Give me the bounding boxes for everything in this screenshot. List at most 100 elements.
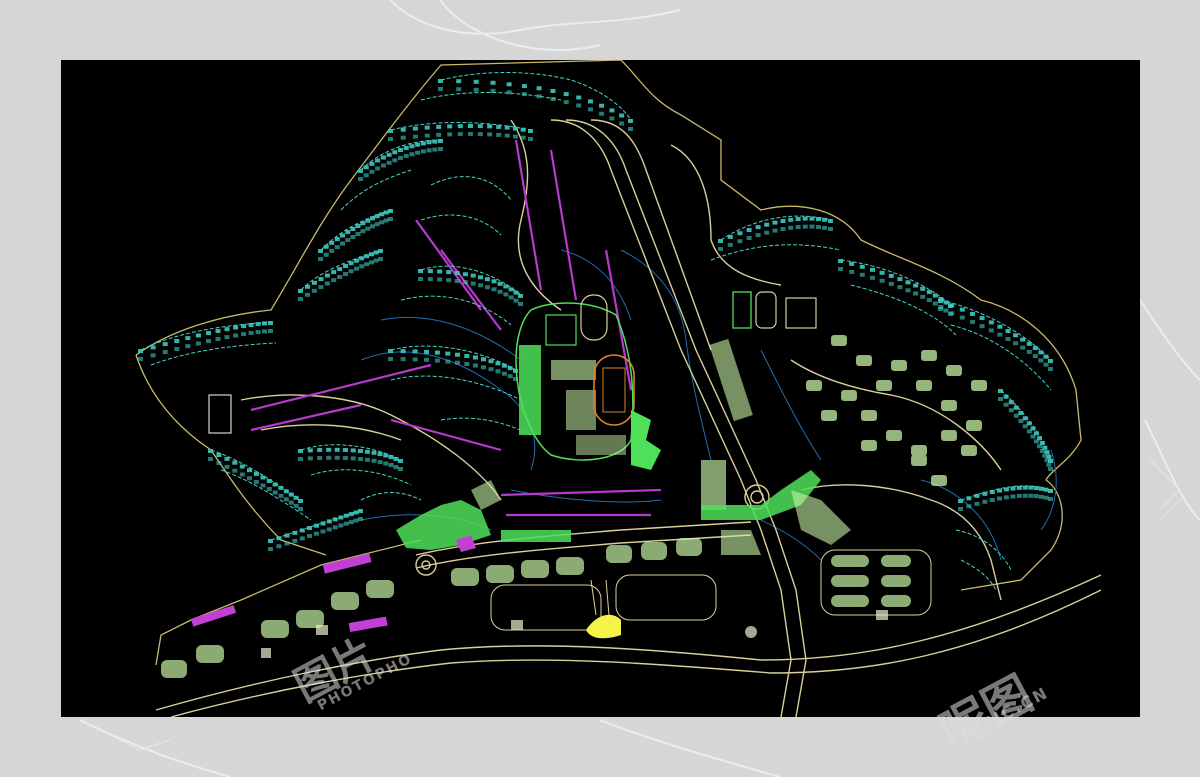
villa-unit [320,521,326,526]
villa-unit [268,539,273,543]
villa-unit [400,349,406,354]
villa-unit [488,367,494,372]
villa-unit [576,95,582,100]
villa-unit [966,504,972,509]
villa-unit [326,527,332,532]
villa-unit [464,362,470,366]
villa-unit [998,397,1003,401]
villa-unit [386,152,392,157]
villa-unit [462,272,468,277]
villa-unit [373,250,379,255]
villa-unit [293,503,299,508]
villa-unit [497,281,503,286]
villa-unit [447,124,453,129]
villa-unit [369,161,375,166]
villa-unit [334,447,340,452]
villa-unit [462,280,468,285]
residential-pod [911,445,927,456]
villa-unit [364,262,370,267]
villa-unit [520,127,526,132]
villa-unit [1026,341,1032,346]
villa-unit [378,249,383,253]
villa-unit [472,355,478,360]
villa-unit [318,249,323,253]
villa-unit [1043,495,1049,500]
residential-pod [921,350,937,361]
villa-unit [628,127,633,131]
residential-pod [916,380,932,391]
residential-pod [841,390,857,401]
villa-unit [913,283,919,288]
villa-unit [342,456,348,460]
villa-unit [888,273,894,278]
villa-unit [521,92,527,97]
villa-unit [283,489,289,494]
villa-unit [1013,333,1019,338]
villa-unit [828,227,833,231]
villa-unit [365,218,371,223]
villa-unit [383,453,389,458]
villa-unit [174,339,180,343]
residential-pod [806,380,822,391]
villa-unit [364,254,370,259]
villa-unit [340,241,345,246]
villa-unit [446,278,452,283]
villa-unit [588,107,593,112]
villa-unit [1048,359,1053,363]
villa-unit [388,357,393,361]
villa-unit [1028,485,1034,490]
villa-unit [338,523,344,528]
villa-unit [398,156,403,160]
villa-unit [795,217,801,221]
villa-unit [370,216,375,221]
villa-unit [248,331,254,335]
villa-unit [383,461,389,466]
villa-unit [780,219,786,223]
villa-unit [354,258,359,263]
villa-unit [284,533,290,538]
villa-unit [473,79,479,84]
residential-pod [856,355,872,366]
villa-unit [507,366,513,371]
villa-unit [491,279,497,284]
villa-unit [488,359,494,364]
villa-unit [468,124,473,128]
villa-unit [809,224,815,229]
villa-unit [224,327,230,332]
villa-unit [388,463,394,468]
villa-unit [487,132,493,137]
villa-unit [329,248,335,253]
villa-unit [897,277,903,282]
villa-unit [359,256,365,261]
villa-unit [224,456,230,461]
villa-unit [332,517,338,522]
villa-unit [932,293,938,298]
villa-unit [208,457,213,461]
villa-unit [383,218,389,223]
villa-unit [268,329,273,333]
villa-unit [233,325,239,330]
villa-unit [619,121,625,126]
villa-unit [432,147,438,152]
villa-unit [528,137,533,141]
villa-unit [307,456,313,461]
villa-unit [550,89,556,93]
villa-unit [292,538,298,543]
villa-unit [255,322,261,327]
villa-unit [1048,459,1053,463]
villa-unit [1020,337,1026,342]
villa-unit [490,88,496,93]
housing-block [676,538,702,556]
site-plan-drawing [135,60,1102,717]
villa-unit [1032,354,1038,359]
residential-pod [931,475,947,486]
residential-pod [941,430,957,441]
villa-unit [311,280,317,285]
villa-unit [241,332,247,337]
villa-unit [1013,341,1019,346]
villa-unit [938,307,943,311]
block-loop [615,574,717,621]
villa-unit [838,267,843,271]
villa-unit [802,216,808,221]
villa-unit [1044,450,1050,455]
